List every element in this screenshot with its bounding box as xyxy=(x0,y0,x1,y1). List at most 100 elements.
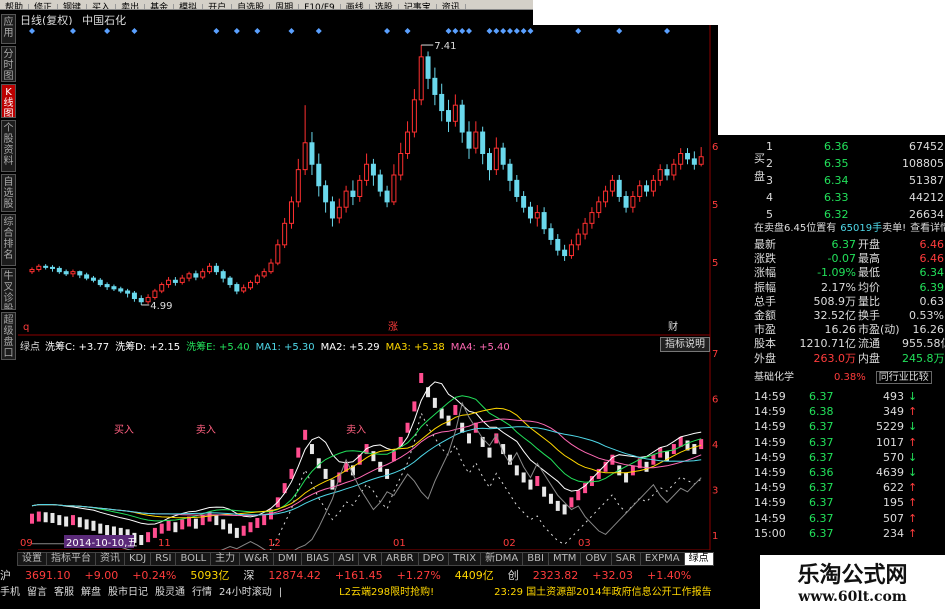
status-link[interactable]: 客服 xyxy=(54,587,74,598)
indicator-tab[interactable]: DPO xyxy=(417,552,450,566)
tick-row: 14:59 6.37 195 ↑ xyxy=(754,496,944,510)
status-link[interactable]: 24小时滚动 xyxy=(219,587,272,598)
indicator-tab[interactable]: BBI xyxy=(522,552,549,566)
indicator-tab[interactable]: DMI xyxy=(272,552,303,566)
toolbar-item[interactable]: 基金 xyxy=(145,4,175,9)
indicator-bar xyxy=(152,527,157,538)
indicator-tab[interactable]: MTM xyxy=(547,552,582,566)
toolbar-item[interactable]: 买入 xyxy=(87,4,117,9)
indicator-bar xyxy=(692,444,697,455)
status-link[interactable]: 股灵通 xyxy=(155,587,185,598)
status-link[interactable]: 股市日记 xyxy=(108,587,148,598)
indicator-bar xyxy=(309,444,314,455)
indicator-bar xyxy=(146,532,151,543)
left-tab[interactable]: 牛叉诊股 xyxy=(1,268,16,310)
indicator-tab[interactable]: ASI xyxy=(333,552,360,566)
sector-name[interactable]: 基础化学 xyxy=(754,372,794,383)
watermark-title: 乐淘公式网 xyxy=(797,563,908,588)
status-link[interactable]: 留言 xyxy=(27,587,47,598)
status-link[interactable]: | xyxy=(279,587,282,598)
indicator-tab[interactable]: 绿点 xyxy=(683,552,714,566)
stat-label: 最低 xyxy=(858,266,880,280)
indicator-bar xyxy=(180,519,185,530)
left-tab[interactable]: 综合排名 xyxy=(1,214,16,266)
toolbar-item[interactable]: 模拟 xyxy=(174,4,204,9)
index-value: 创 xyxy=(507,569,519,582)
tick-price: 6.38 xyxy=(809,405,834,419)
left-tab[interactable]: 超级盘口 xyxy=(1,312,16,360)
news-status-bar: 手机 留言 客服 解盘 股市日记 股灵通 行情 24小时滚动 | L2云端298限时抢购! 23:2… xyxy=(0,583,760,598)
indicator-tab[interactable]: 指标平台 xyxy=(46,552,96,566)
stat-label: 均价 xyxy=(858,280,880,294)
indicator-name: 绿点 xyxy=(20,342,40,353)
toolbar-item[interactable]: 记事宝 xyxy=(399,4,437,9)
tick-row: 14:59 6.37 493 ↓ xyxy=(754,390,944,404)
toolbar-item[interactable]: 资讯 xyxy=(437,4,466,9)
indicator-tab[interactable]: W&R xyxy=(239,552,274,566)
stat-label: 涨幅 xyxy=(754,266,776,280)
toolbar-item[interactable]: 钢键 xyxy=(58,4,88,9)
indicator-tab[interactable]: SAR xyxy=(610,552,641,566)
x-axis-label: 12 xyxy=(268,538,281,549)
x-axis-label: 11 xyxy=(158,538,171,549)
indicator-tab[interactable]: OBV xyxy=(580,552,612,566)
indicator-bar xyxy=(193,518,198,529)
bid-level: 3 xyxy=(766,174,773,187)
left-tab[interactable]: K线图 xyxy=(1,84,16,118)
toolbar-item[interactable]: 选股 xyxy=(370,4,399,9)
status-link[interactable]: 解盘 xyxy=(81,587,101,598)
indicator-tab[interactable]: 新DMA xyxy=(480,552,524,566)
tick-price: 6.37 xyxy=(809,450,834,464)
bid-volume: 44212 xyxy=(909,191,944,204)
indicator-tab[interactable]: 资讯 xyxy=(95,552,125,566)
order-notice[interactable]: 在卖盘6.45位置有65019手卖单!查看详情 xyxy=(754,222,945,236)
indicator-tab[interactable]: BIAS xyxy=(301,552,335,566)
price-axis-label: 6.47 xyxy=(712,142,718,153)
indicator-tab[interactable]: EXPMA xyxy=(639,552,685,566)
indicator-scale-label: 3.22 xyxy=(712,486,718,497)
tick-price: 6.37 xyxy=(809,526,834,540)
kline-chart[interactable]: 6.47 5.93 5.39 7.41 4.99 q 涨 财 7.83 6.30 4.78 3.22 1… xyxy=(18,25,718,550)
stat-row: 市盈 16.26 市盈(动) 16.26 xyxy=(754,323,944,337)
indicator-tab[interactable]: 设置 xyxy=(17,552,47,566)
tick-price: 6.36 xyxy=(809,466,834,479)
toolbar-item[interactable]: 开户 xyxy=(203,4,233,9)
indicator-tab[interactable]: RSI xyxy=(150,552,177,566)
toolbar-item[interactable]: 画线 xyxy=(341,4,370,9)
news-headline[interactable]: 23:29 国土资源部2014年政府信息公开工作报告 xyxy=(494,587,711,598)
tick-row: 14:59 6.37 5229 ↓ xyxy=(754,420,944,434)
toolbar-item[interactable]: 自选股 xyxy=(232,4,271,9)
compare-button[interactable]: 同行业比较 xyxy=(875,371,932,384)
indicator-bar xyxy=(111,526,116,537)
toolbar-item[interactable]: 周期 xyxy=(270,4,300,9)
stat-value: 263.0万 xyxy=(813,351,857,365)
indicator-bar xyxy=(569,497,574,508)
indicator-tab[interactable]: ARBR xyxy=(381,552,419,566)
left-tab[interactable]: 自选股 xyxy=(1,174,16,212)
indicator-tab[interactable]: KDJ xyxy=(124,552,152,566)
status-link[interactable]: 行情 xyxy=(192,587,212,598)
toolbar-item[interactable]: 卖出 xyxy=(116,4,146,9)
left-tab[interactable]: 应用 xyxy=(1,14,16,44)
stat-label: 流通 xyxy=(858,337,880,351)
indicator-tab[interactable]: VR xyxy=(358,552,383,566)
status-link[interactable]: 手机 xyxy=(0,587,20,598)
left-tab[interactable]: 分时图 xyxy=(1,46,16,82)
indicator-tab[interactable]: TRIX xyxy=(448,552,482,566)
indicator-tab[interactable]: BOLL xyxy=(175,552,212,566)
promo-text[interactable]: L2云端298限时抢购! xyxy=(339,587,434,598)
stat-row: 涨跌 -0.07 最高 6.46 xyxy=(754,252,944,266)
indicator-tab[interactable]: 主力 xyxy=(210,552,241,566)
left-vertical-tabs: 应用分时图 K线图个股资料自选股综合排名牛叉诊股超级盘口 xyxy=(0,10,17,550)
index-value: +9.00 xyxy=(84,569,119,582)
toolbar-item[interactable]: 修正 xyxy=(29,4,59,9)
tick-volume: 622 xyxy=(883,481,904,495)
indicator-help-button[interactable]: 指标说明 xyxy=(660,337,710,352)
notice-link[interactable]: 查看详情 xyxy=(910,223,945,234)
stat-label: 股本 xyxy=(754,337,776,351)
bid-row: 2 6.35 108805 xyxy=(766,157,945,171)
left-tab[interactable]: 个股资料 xyxy=(1,120,16,172)
arrow-up-icon: ↑ xyxy=(908,481,918,495)
indicator-bar xyxy=(241,525,246,536)
toolbar-item[interactable]: F10/F9 xyxy=(299,4,341,9)
